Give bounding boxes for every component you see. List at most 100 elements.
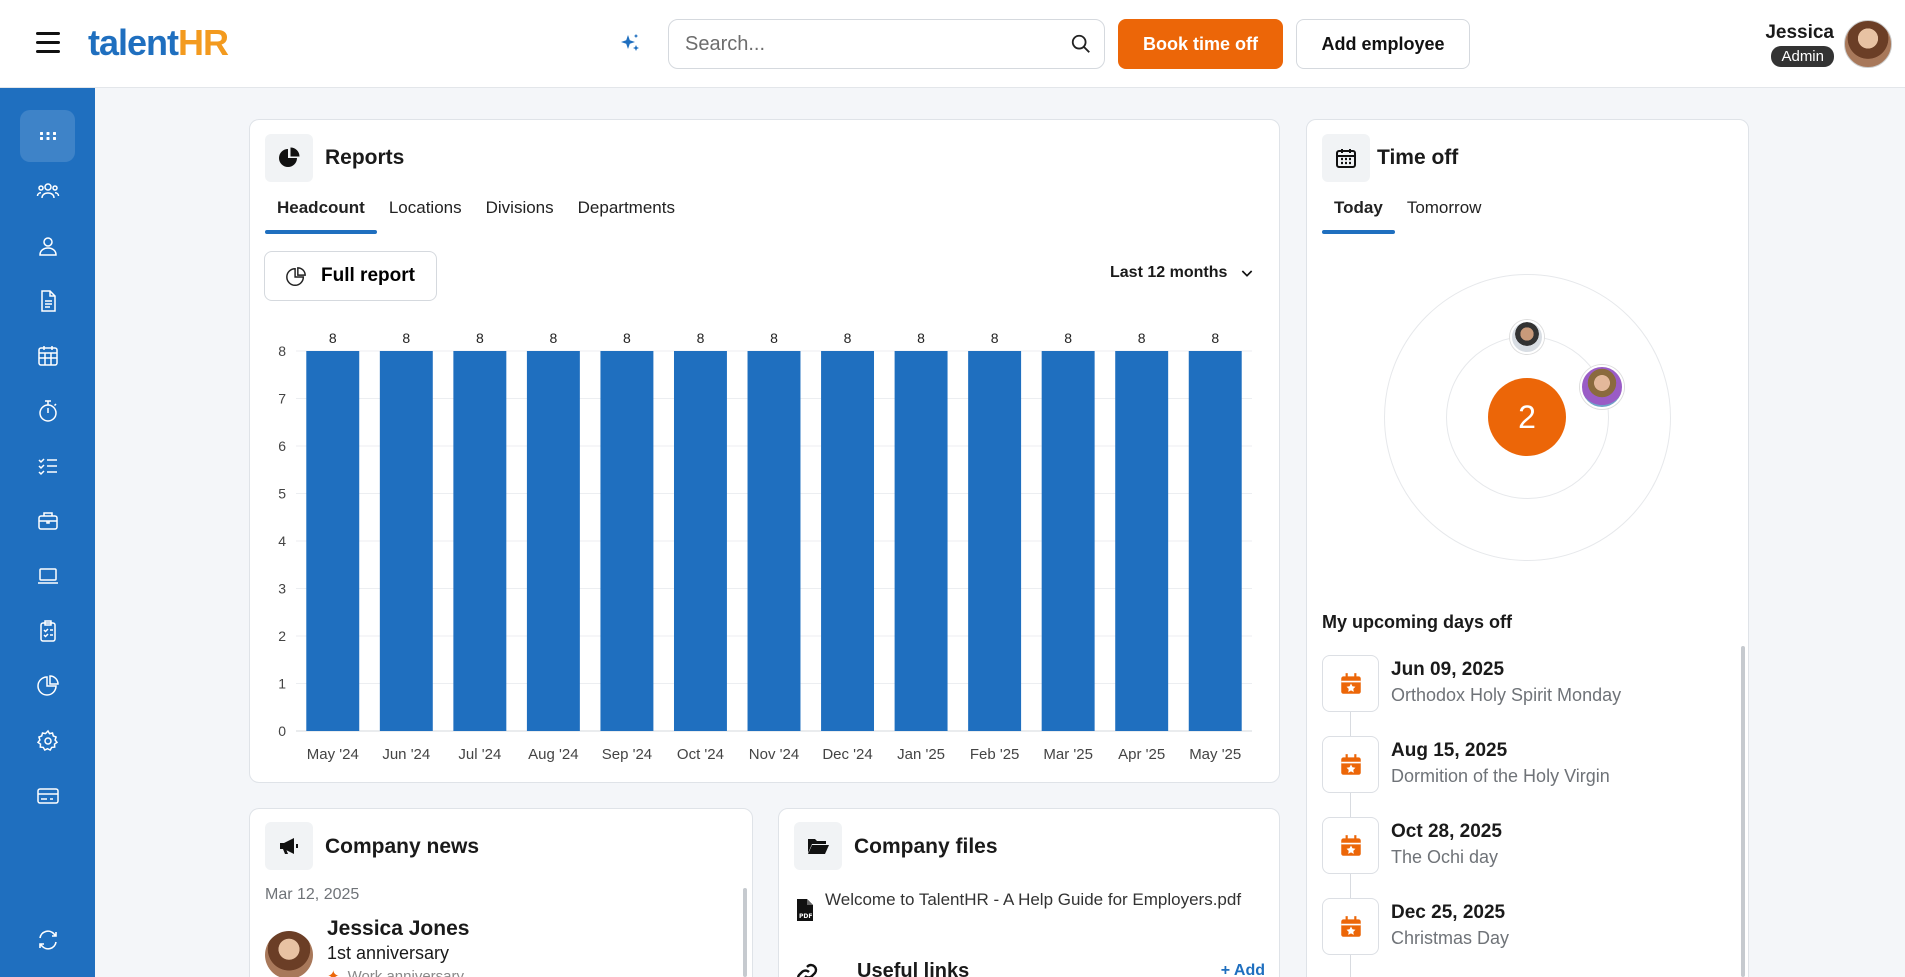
news-event: 1st anniversary [327,943,450,963]
bar-data-label: 8 [844,330,852,346]
list-item: Oct 28, 2025 The Ochi day [1322,817,1722,877]
bar-data-label: 8 [549,330,557,346]
bar [379,351,433,731]
bar [968,351,1022,731]
file-name: Welcome to TalentHR - A Help Guide for E… [825,890,1242,909]
search-input[interactable] [669,20,1049,68]
sidebar-item-time-tracking[interactable] [20,385,75,437]
x-tick-label: May '25 [1189,746,1241,763]
add-link-button[interactable]: + Add [1221,962,1265,977]
reports-icon-box [265,134,313,182]
date-range-dropdown[interactable]: Last 12 months [1110,264,1255,282]
x-tick-label: Mar '25 [1043,746,1093,763]
bar-data-label: 8 [476,330,484,346]
hamburger-menu-icon[interactable] [36,32,60,54]
time-off-tabs: Today Tomorrow [1322,190,1493,234]
holiday-calendar-icon [1322,655,1379,712]
svg-text:PDF: PDF [799,913,812,920]
sidebar-item-profile[interactable] [20,220,75,272]
employee-avatar[interactable] [1510,320,1544,354]
document-icon [40,290,56,312]
user-role-badge: Admin [1771,46,1834,67]
reports-title: Reports [325,146,405,169]
useful-links-title: Useful links [857,960,970,977]
time-off-count: 2 [1488,378,1566,456]
headcount-bar-chart: 0 1 2 3 4 5 6 7 8 8 May '24 8 Jun '24 8 Jul '24 8 Aug '2… [278,330,1252,763]
calendar-icon [37,346,58,366]
day-off-date: Aug 15, 2025 [1391,740,1508,761]
bar [306,351,360,731]
holiday-calendar-icon [1322,736,1379,793]
sidebar-item-reports[interactable] [20,660,75,712]
tab-departments[interactable]: Departments [566,190,687,234]
user-avatar[interactable] [1844,20,1892,68]
sidebar-item-switch[interactable] [20,914,75,966]
employee-avatar[interactable] [1580,365,1624,409]
reports-tabs: Headcount Locations Divisions Department… [265,190,687,234]
tab-headcount[interactable]: Headcount [265,190,377,234]
sidebar-item-documents[interactable] [20,275,75,327]
sidebar-item-hiring[interactable] [20,495,75,547]
folder-open-icon [808,839,829,854]
avatar[interactable] [265,931,313,977]
x-tick-label: Feb '25 [970,746,1020,763]
bar [821,351,875,731]
x-tick-label: May '24 [307,746,359,763]
clipboard-icon [39,620,56,642]
ai-sparkle-icon[interactable] [618,32,642,56]
x-tick-label: Jun '24 [382,746,430,763]
y-tick-label: 5 [278,486,286,502]
sidebar-item-calendar[interactable] [20,330,75,382]
news-icon-box [265,822,313,870]
sidebar-item-people[interactable] [20,165,75,217]
switch-icon [38,930,57,950]
news-date: Mar 12, 2025 [265,886,360,903]
checklist-icon [37,458,57,476]
sidebar-item-billing[interactable] [20,770,75,822]
x-tick-label: Aug '24 [528,746,578,763]
bar-data-label: 8 [623,330,631,346]
tab-tomorrow[interactable]: Tomorrow [1395,190,1494,234]
sidebar-item-dashboard[interactable] [20,110,75,162]
pdf-file-icon: PDF [797,899,813,921]
sidebar-item-tasks[interactable] [20,440,75,492]
link-icon [796,963,818,977]
x-tick-label: Jul '24 [458,746,501,763]
tab-locations[interactable]: Locations [377,190,474,234]
sidebar [0,88,95,977]
y-tick-label: 3 [278,581,286,597]
bar [1041,351,1095,731]
pie-chart-icon [36,675,59,696]
sparkle-icon: ✦ [327,968,340,977]
file-item[interactable]: PDF Welcome to TalentHR - A Help Guide f… [795,888,1255,922]
news-person-name[interactable]: Jessica Jones [327,917,469,941]
bar-data-label: 8 [770,330,778,346]
search-icon[interactable] [1070,33,1092,55]
tab-today[interactable]: Today [1322,190,1395,234]
user-menu[interactable]: Jessica Admin [1760,20,1900,72]
add-employee-button[interactable]: Add employee [1296,19,1470,69]
day-off-date: Dec 25, 2025 [1391,902,1506,923]
bar [1188,351,1242,731]
day-off-name: The Ochi day [1391,847,1499,867]
x-tick-label: Apr '25 [1118,746,1165,763]
sidebar-item-settings[interactable] [20,715,75,767]
book-time-off-button[interactable]: Book time off [1118,19,1283,69]
talenthr-logo[interactable]: talentHR [88,22,229,64]
search-box [668,19,1105,69]
sidebar-item-assets[interactable] [20,550,75,602]
holiday-calendar-icon [1322,898,1379,955]
top-bar: talentHR Book time off Add employee Jess… [0,0,1905,88]
sidebar-item-onboarding[interactable] [20,605,75,657]
user-name: Jessica [1765,22,1834,43]
tab-divisions[interactable]: Divisions [474,190,566,234]
briefcase-icon [37,512,58,530]
calendar-icon [1336,149,1356,168]
news-scrollbar[interactable] [743,888,747,977]
x-tick-label: Jan '25 [897,746,945,763]
time-off-scrollbar[interactable] [1741,646,1745,977]
day-off-name: Orthodox Holy Spirit Monday [1391,685,1622,705]
laptop-icon [37,568,58,584]
megaphone-icon [280,838,298,854]
full-report-button[interactable]: Full report [264,251,437,301]
